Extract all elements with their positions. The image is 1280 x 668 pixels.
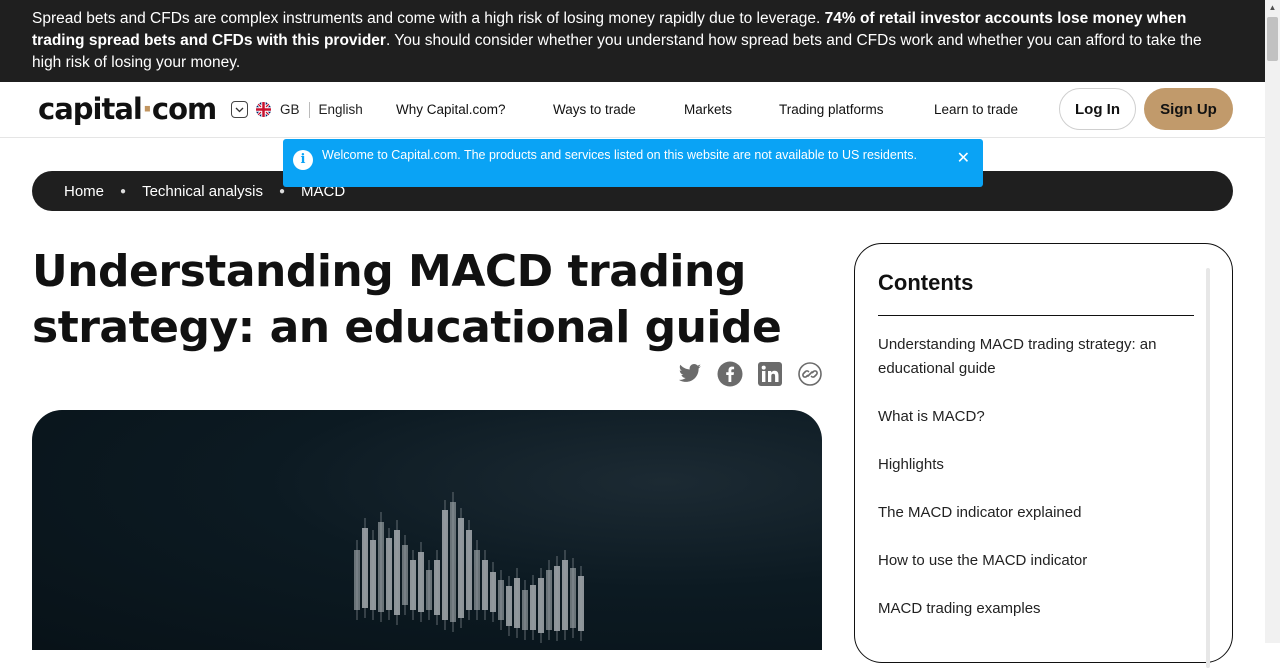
nav-trading-platforms[interactable]: Trading platforms <box>779 102 884 117</box>
page-scrollbar[interactable]: ▲ <box>1265 0 1280 643</box>
logo-text-com: com <box>151 92 217 126</box>
page-title: Understanding MACD trading strategy: an … <box>32 246 782 353</box>
locale-divider <box>308 101 310 118</box>
site-header: capital·com GB English Why Capital.com? … <box>0 82 1265 138</box>
toc-item-trading-examples[interactable]: MACD trading examples <box>878 597 1198 621</box>
scrollbar-thumb[interactable] <box>1267 17 1278 61</box>
logo-text-capital: capital <box>38 92 143 126</box>
scroll-up-icon[interactable]: ▲ <box>1265 0 1280 15</box>
contents-heading: Contents <box>878 270 974 295</box>
contents-divider <box>878 315 1194 316</box>
region-code[interactable]: GB <box>280 102 300 117</box>
toc-item-indicator-explained[interactable]: The MACD indicator explained <box>878 501 1198 525</box>
facebook-icon[interactable] <box>717 361 743 387</box>
uk-flag-icon <box>256 102 271 117</box>
contents-scrollbar[interactable] <box>1206 268 1210 668</box>
risk-warning-banner: Spread bets and CFDs are complex instrum… <box>0 0 1265 82</box>
language-label[interactable]: English <box>319 102 363 117</box>
breadcrumb-separator: ● <box>120 185 127 197</box>
close-icon[interactable]: ✕ <box>957 151 970 167</box>
nav-markets[interactable]: Markets <box>684 102 732 117</box>
signup-button[interactable]: Sign Up <box>1144 88 1233 130</box>
toc-item-highlights[interactable]: Highlights <box>878 453 1198 477</box>
capital-logo[interactable]: capital·com <box>38 92 217 126</box>
nav-why-capital[interactable]: Why Capital.com? <box>396 102 506 117</box>
toc-item-understanding-macd[interactable]: Understanding MACD trading strategy: an … <box>878 333 1198 381</box>
breadcrumb-home[interactable]: Home <box>64 183 104 200</box>
copy-link-icon[interactable] <box>797 361 823 387</box>
info-icon: i <box>293 150 313 170</box>
logo-dot: · <box>141 92 153 126</box>
risk-warning-text: Spread bets and CFDs are complex instrum… <box>32 10 825 27</box>
hero-candlestick-image <box>32 410 822 650</box>
breadcrumb-technical-analysis[interactable]: Technical analysis <box>142 183 263 200</box>
nav-ways-to-trade[interactable]: Ways to trade <box>553 102 636 117</box>
table-of-contents: Contents Understanding MACD trading stra… <box>854 243 1233 668</box>
nav-learn-to-trade[interactable]: Learn to trade <box>934 102 1018 117</box>
twitter-icon[interactable] <box>677 361 703 387</box>
linkedin-icon[interactable] <box>757 361 783 387</box>
chevron-down-icon[interactable] <box>231 101 248 118</box>
locale-selector[interactable]: GB English <box>231 101 363 118</box>
login-button[interactable]: Log In <box>1059 88 1136 130</box>
notice-message: Welcome to Capital.com. The products and… <box>322 148 917 162</box>
toc-item-what-is-macd[interactable]: What is MACD? <box>878 405 1198 429</box>
toc-item-how-to-use[interactable]: How to use the MACD indicator <box>878 549 1198 573</box>
us-residents-notice: i Welcome to Capital.com. The products a… <box>283 139 983 187</box>
breadcrumb-separator: ● <box>278 185 286 197</box>
